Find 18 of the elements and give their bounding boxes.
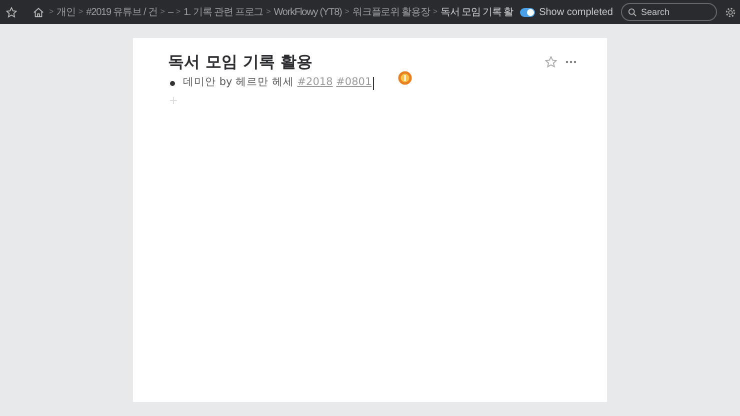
- breadcrumb-link[interactable]: 워크플로위 활용장: [352, 4, 430, 20]
- document-title: 독서 모임 기록 활용: [168, 52, 313, 72]
- breadcrumb-separator: >: [344, 6, 350, 18]
- breadcrumb-separator: >: [78, 6, 84, 18]
- breadcrumb-link[interactable]: 1. 기록 관련 프로그: [184, 4, 264, 20]
- breadcrumb-separator: >: [160, 6, 165, 18]
- breadcrumb-separator: >: [432, 6, 438, 18]
- breadcrumb-link[interactable]: –: [168, 4, 173, 20]
- bullet-text[interactable]: 데미안 by 헤르만 헤세 #2018 #0801: [183, 75, 372, 91]
- breadcrumb-separator: >: [49, 6, 54, 18]
- breadcrumb-link[interactable]: WorkFlowy (YT8): [274, 4, 342, 20]
- breadcrumb-separator: >: [266, 6, 271, 18]
- breadcrumb-link[interactable]: 독서 모임 기록 활: [440, 4, 513, 20]
- show-completed-label: Show completed: [539, 6, 613, 20]
- breadcrumb-link[interactable]: #2019 유튜브 / 건: [86, 4, 158, 20]
- breadcrumb-separator: >: [176, 6, 181, 18]
- search-field[interactable]: Search: [621, 3, 717, 21]
- breadcrumb-link[interactable]: 개인: [56, 4, 76, 20]
